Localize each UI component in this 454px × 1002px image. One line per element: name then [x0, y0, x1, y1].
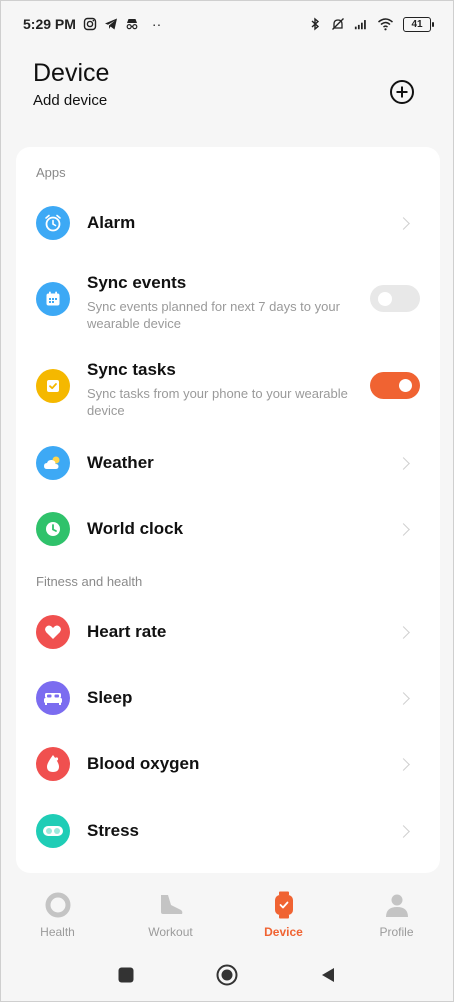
- chevron-right-icon: [397, 757, 410, 771]
- list-item-sync-tasks: Sync tasks Sync tasks from your phone to…: [16, 358, 440, 418]
- recents-button[interactable]: [117, 966, 135, 984]
- list-item-world-clock[interactable]: World clock: [16, 499, 440, 559]
- settings-card: Apps Alarm Sync events Sync events plann…: [16, 147, 440, 873]
- back-button[interactable]: [319, 966, 337, 984]
- header: Device Add device: [33, 59, 429, 119]
- row-text: Stress: [87, 821, 370, 841]
- row-title: Stress: [87, 821, 139, 840]
- row-text: Alarm: [87, 213, 370, 233]
- toggle-knob: [399, 379, 412, 392]
- task-icon: [36, 369, 70, 403]
- add-device-link[interactable]: Add device: [33, 92, 429, 109]
- row-text: Heart rate: [87, 622, 370, 642]
- list-item-heart-rate[interactable]: Heart rate: [16, 602, 440, 662]
- mute-icon: [332, 18, 344, 30]
- sync-events-toggle[interactable]: [370, 285, 420, 312]
- page-title: Device: [33, 59, 110, 87]
- nav-tab-workout[interactable]: Workout: [114, 877, 227, 947]
- system-navigation-bar: [1, 947, 453, 1002]
- row-text: Sync events Sync events planned for next…: [87, 273, 370, 332]
- row-text: Blood oxygen: [87, 754, 370, 774]
- row-title: Sync tasks: [87, 360, 176, 379]
- nav-tab-health[interactable]: Health: [1, 877, 114, 947]
- status-time: 5:29 PM: [23, 16, 76, 32]
- add-device-button[interactable]: [389, 79, 415, 105]
- list-item-weather[interactable]: Weather: [16, 433, 440, 493]
- instagram-icon: [83, 17, 97, 31]
- row-text: Sleep: [87, 688, 370, 708]
- incognito-icon: [126, 19, 138, 30]
- stress-icon: [36, 814, 70, 848]
- status-bar: 5:29 PM ·· 41: [1, 1, 453, 47]
- nav-label: Health: [40, 925, 75, 939]
- status-dots: ··: [151, 16, 162, 32]
- row-title: Sync events: [87, 273, 187, 292]
- status-right: 41: [308, 16, 434, 32]
- alarm-icon: [36, 206, 70, 240]
- weather-icon: [36, 446, 70, 480]
- section-label-apps: Apps: [36, 165, 66, 180]
- chevron-right-icon: [397, 216, 410, 230]
- row-text: Sync tasks Sync tasks from your phone to…: [87, 360, 370, 419]
- drop-icon: [36, 747, 70, 781]
- row-title: Sleep: [87, 688, 133, 707]
- row-text: World clock: [87, 519, 370, 539]
- chevron-right-icon: [397, 625, 410, 639]
- nav-label: Profile: [379, 925, 414, 939]
- telegram-icon: [104, 18, 117, 30]
- nav-tab-device[interactable]: Device: [227, 877, 340, 947]
- clock-icon: [36, 512, 70, 546]
- toggle-knob: [378, 291, 392, 306]
- list-item-alarm[interactable]: Alarm: [16, 193, 440, 253]
- nav-tab-profile[interactable]: Profile: [340, 877, 453, 947]
- row-title: Blood oxygen: [87, 754, 200, 773]
- nav-label: Device: [264, 925, 303, 939]
- bed-icon: [36, 681, 70, 715]
- row-title: World clock: [87, 519, 184, 538]
- chevron-right-icon: [397, 691, 410, 705]
- health-icon: [44, 891, 72, 919]
- profile-icon: [383, 891, 411, 919]
- heart-icon: [36, 615, 70, 649]
- chevron-right-icon: [397, 824, 410, 838]
- bottom-navigation: Health Workout Device Profile: [1, 877, 453, 947]
- home-button[interactable]: [215, 963, 239, 987]
- chevron-right-icon: [397, 456, 410, 470]
- list-item-sync-events: Sync events Sync events planned for next…: [16, 271, 440, 331]
- section-label-fitness: Fitness and health: [36, 574, 143, 589]
- row-title: Heart rate: [87, 622, 167, 641]
- battery-level: 41: [411, 18, 423, 30]
- nav-label: Workout: [148, 925, 193, 939]
- row-text: Weather: [87, 453, 370, 473]
- row-description: Sync tasks from your phone to your weara…: [87, 386, 348, 418]
- chevron-right-icon: [397, 522, 410, 536]
- shoe-icon: [157, 891, 185, 919]
- signal-icon: [354, 20, 366, 30]
- list-item-stress[interactable]: Stress: [16, 801, 440, 861]
- status-left: 5:29 PM ··: [23, 16, 161, 32]
- row-description: Sync events planned for next 7 days to y…: [87, 299, 340, 331]
- row-title: Weather: [87, 453, 154, 472]
- battery-indicator: 41: [403, 16, 434, 32]
- list-item-blood-oxygen[interactable]: Blood oxygen: [16, 734, 440, 794]
- wifi-icon: [378, 18, 393, 31]
- row-title: Alarm: [87, 213, 136, 232]
- watch-icon: [270, 891, 298, 919]
- calendar-icon: [36, 282, 70, 316]
- bluetooth-icon: [311, 17, 320, 31]
- sync-tasks-toggle[interactable]: [370, 372, 420, 399]
- list-item-sleep[interactable]: Sleep: [16, 668, 440, 728]
